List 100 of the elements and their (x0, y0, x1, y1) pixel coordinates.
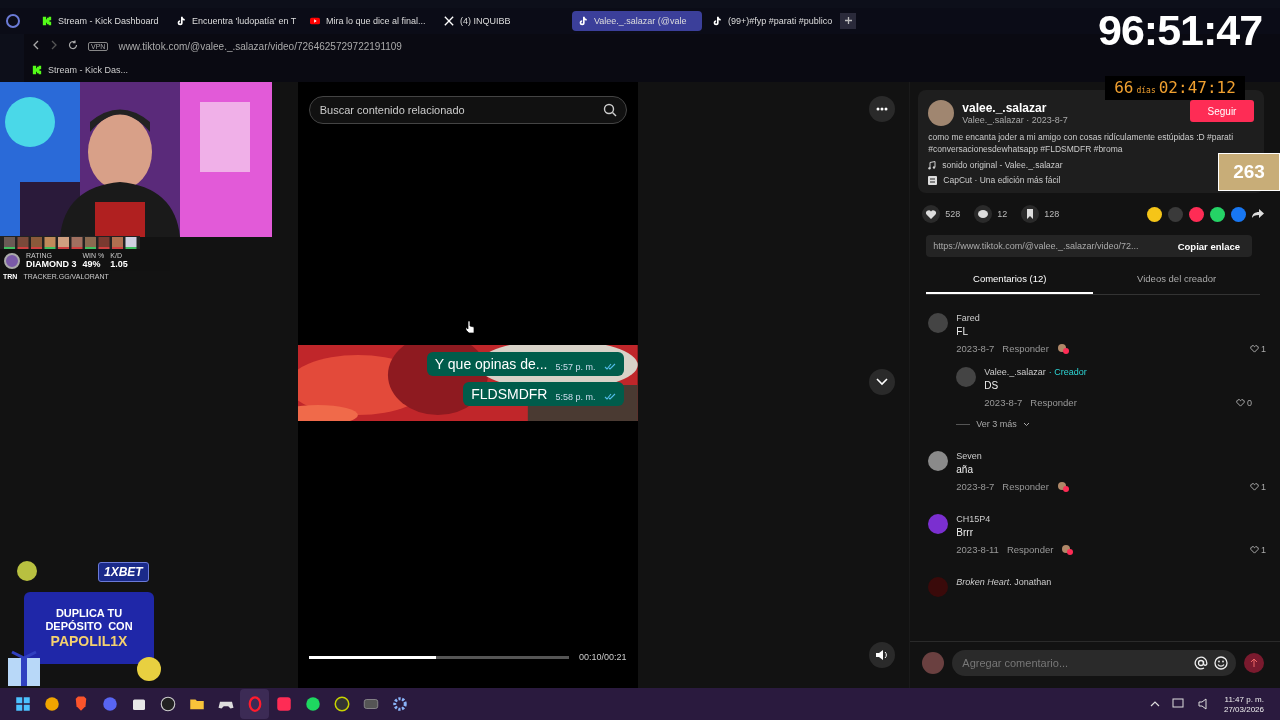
clock-date[interactable]: 27/03/2026 (1223, 704, 1264, 714)
bookmark-icon (1027, 209, 1034, 219)
mention-icon[interactable] (1194, 656, 1208, 670)
comment-author[interactable]: CH15P4 (956, 514, 1266, 524)
rating-value: DIAMOND 3 (26, 259, 77, 269)
comment-author[interactable]: Valee._.salazar · Creador (984, 367, 1252, 377)
video-time: 00:10/00:21 (578, 652, 627, 662)
share-option-icon[interactable] (1147, 206, 1162, 222)
gamepad-icon (218, 701, 233, 709)
comment-text: FL (956, 326, 969, 337)
avatar[interactable] (928, 514, 949, 534)
music-note-icon (176, 16, 186, 26)
avatar[interactable] (928, 451, 949, 471)
capcut-icon (928, 175, 938, 185)
speaker-icon[interactable] (875, 649, 890, 661)
search-field[interactable]: Buscar contenido relacionado (308, 96, 627, 124)
panel-tab[interactable]: Videos del creador (1093, 267, 1260, 294)
save-button[interactable] (1021, 205, 1040, 223)
settings-icon (392, 697, 407, 711)
reply-link[interactable]: Responder (1030, 397, 1077, 408)
kick-logo-icon (32, 65, 42, 75)
read-receipt-icon (603, 393, 616, 400)
comment-text: Brrr (956, 527, 974, 538)
reply-link[interactable]: Responder (1002, 481, 1049, 492)
opera-logo-icon[interactable] (6, 14, 20, 28)
music-note-icon (578, 16, 588, 26)
win-value: 49% (82, 259, 102, 269)
panel-tab[interactable]: Comentarios (12) (926, 267, 1094, 294)
share-option-icon[interactable] (1210, 206, 1225, 222)
cursor-icon (465, 320, 475, 334)
progress-bar[interactable] (308, 655, 569, 659)
comment-field[interactable]: Agregar comentario... (952, 650, 1236, 676)
share-arrow-icon[interactable] (1252, 209, 1264, 219)
view-more-replies[interactable]: Ver 3 más (976, 419, 1017, 429)
x-logo-icon (444, 16, 454, 26)
plus-icon[interactable] (843, 16, 853, 25)
volume-button[interactable] (869, 642, 896, 668)
ad-brand: 1XBET (98, 562, 149, 582)
follow-button[interactable]: Seguir (1190, 100, 1254, 122)
browser-tab[interactable]: (4) INQUIBB (438, 11, 568, 31)
like-count[interactable]: 1 (1250, 481, 1266, 492)
more-options-button[interactable] (869, 96, 896, 122)
play-logo-icon (310, 16, 320, 26)
opera-icon (248, 696, 261, 712)
network-icon[interactable] (1171, 698, 1186, 710)
like-count[interactable]: 1 (1250, 544, 1266, 555)
comment-text: DS (984, 380, 1000, 391)
capcut-link[interactable]: CapCut · Una edición más fácil (943, 175, 1061, 185)
folder-icon (189, 699, 204, 710)
browser-tab[interactable]: Encuentra 'ludopatía' en T (170, 11, 300, 31)
coin-icon (136, 656, 162, 682)
chat-bubble: Y que opinas de... 5:57 p. m. (426, 352, 624, 376)
address-bar[interactable]: www.tiktok.com/@valee._.salazar/video/7264625729722191109 (118, 40, 402, 52)
comment-date: 2023-8-7 (956, 343, 995, 354)
read-receipt-icon (603, 363, 616, 370)
browser-tab[interactable]: Mira lo que dice al final... (304, 11, 434, 31)
browser-tab[interactable]: Valee._.salazar (@vale (572, 11, 702, 31)
chevron-down-icon[interactable] (1022, 421, 1030, 427)
new-tab-button[interactable] (840, 13, 856, 29)
share-option-icon[interactable] (1189, 206, 1204, 222)
arrow-up-icon[interactable] (1250, 657, 1258, 668)
avatar[interactable] (928, 100, 955, 126)
rank-badge-icon (4, 252, 20, 269)
search-icon[interactable] (602, 103, 617, 117)
next-video-button[interactable] (869, 369, 896, 395)
browser-tab[interactable]: (99+)#fyp #parati #publico (706, 11, 836, 31)
music-note-icon (928, 160, 937, 170)
comment-author[interactable]: Broken Heart. Jonathan (956, 577, 1266, 587)
comment-button[interactable] (974, 205, 993, 223)
reply-link[interactable]: Responder (1006, 544, 1054, 555)
browser-tab[interactable]: Stream - Kick Dashboard (36, 11, 166, 31)
post-subline: Valee._.salazar · 2023-8-7 (962, 115, 1068, 125)
coin-icon (44, 697, 59, 711)
viewer-counter: 263 (1218, 153, 1280, 191)
more-icon[interactable] (876, 107, 889, 111)
reply-link[interactable]: Responder (1002, 343, 1049, 354)
link-field[interactable]: https://www.tiktok.com/@valee._.salazar/video/72... (926, 241, 1166, 251)
kick-logo-icon (42, 16, 52, 26)
music-note-icon (712, 16, 722, 26)
comment-date: 2023-8-7 (984, 397, 1023, 408)
clock-time[interactable]: 11:47 p. m. (1224, 694, 1264, 704)
ad-banner: DUPLICA TU DEPÓSITO CON PAPOLIL1X (24, 592, 154, 664)
stream-timer: 96:51:47 (1098, 6, 1263, 54)
countdown-panel: 66 días 02:47:12 (1105, 76, 1245, 100)
copy-link-button[interactable]: Copiar enlace (1165, 240, 1252, 252)
like-button[interactable] (922, 205, 941, 223)
bookmark-link[interactable]: Stream - Kick Das... (48, 65, 128, 75)
sound-link[interactable]: sonido original - Valee._.salazar (942, 160, 1063, 170)
caption: como me encanta joder a mi amigo con cosas ridículamente estúpidas :D #parati #conversacionesdewhatsapp #FLDSMDFR #broma (928, 131, 1235, 155)
username[interactable]: valee._.salazar (962, 101, 1068, 115)
comment-author[interactable]: Fared (956, 313, 1266, 323)
chevron-up-icon[interactable] (1149, 701, 1160, 707)
like-count[interactable]: 0 (1236, 397, 1252, 408)
emoji-icon[interactable] (1214, 656, 1228, 670)
kd-value: 1.05 (110, 259, 128, 269)
comment-date: 2023-8-7 (956, 481, 995, 492)
comment-author[interactable]: Seven (956, 451, 1266, 461)
start-icon (15, 697, 30, 711)
send-button[interactable] (1244, 653, 1264, 673)
like-count[interactable]: 1 (1250, 343, 1266, 354)
